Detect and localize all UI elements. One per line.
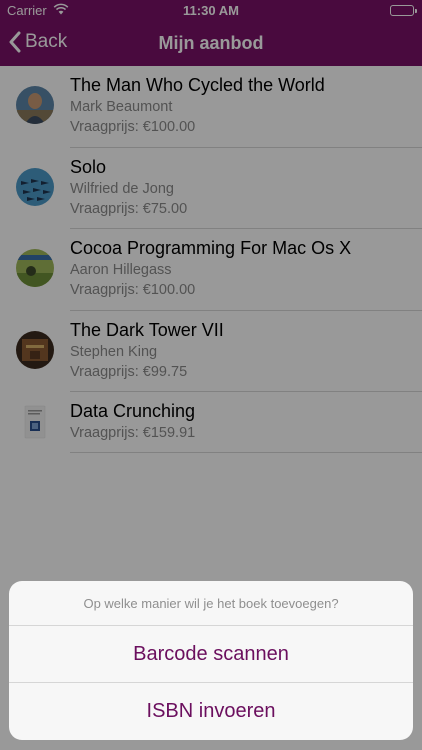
action-sheet-message: Op welke manier wil je het boek toevoege… <box>9 581 413 626</box>
isbn-entry-button[interactable]: ISBN invoeren <box>9 683 413 740</box>
action-sheet: Op welke manier wil je het boek toevoege… <box>9 581 413 740</box>
barcode-scan-button[interactable]: Barcode scannen <box>9 626 413 683</box>
